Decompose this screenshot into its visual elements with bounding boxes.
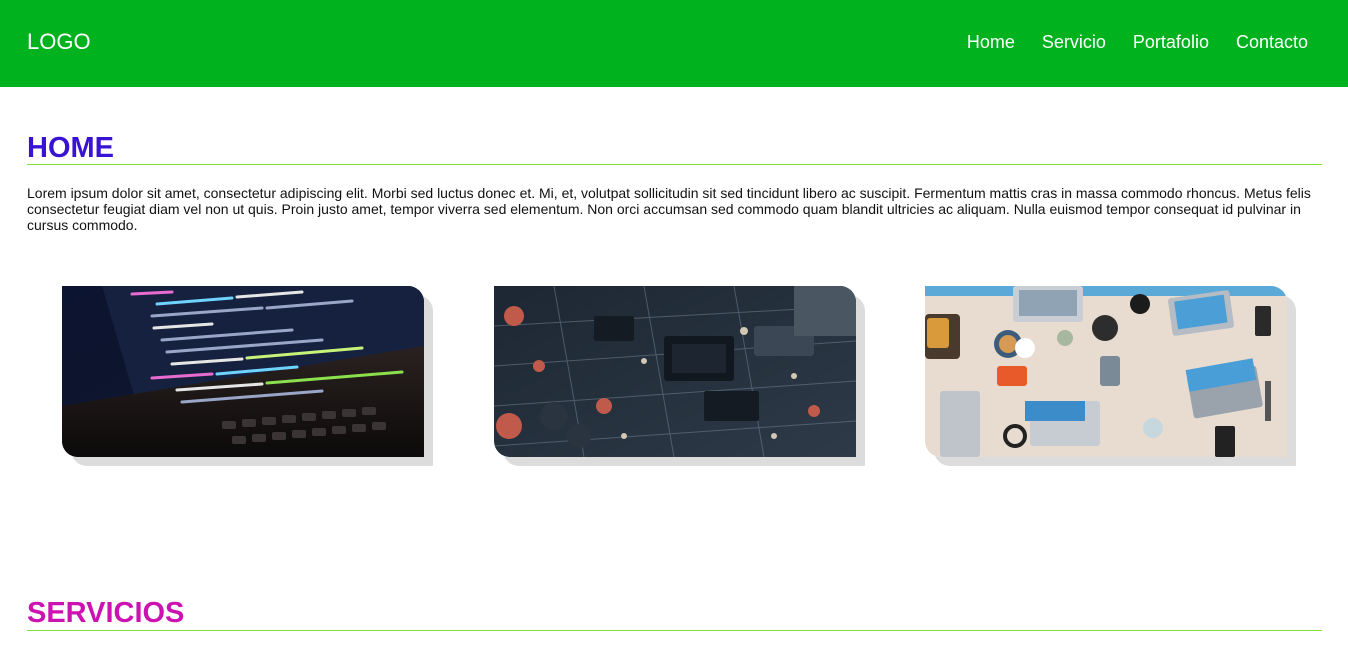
- home-intro-text: Lorem ipsum dolor sit amet, consectetur …: [27, 185, 1311, 233]
- logo[interactable]: LOGO: [27, 29, 91, 55]
- home-divider: [27, 164, 1322, 165]
- nav-link-servicio[interactable]: Servicio: [1042, 31, 1106, 53]
- circuit-board-image: [494, 286, 856, 457]
- main-nav: Home Servicio Portafolio Contacto: [940, 31, 1308, 53]
- gallery-card-circuit: [494, 286, 865, 466]
- nav-link-contacto[interactable]: Contacto: [1236, 31, 1308, 53]
- nav-link-home[interactable]: Home: [967, 31, 1015, 53]
- gallery-card-code: [62, 286, 433, 466]
- nav-link-portafolio[interactable]: Portafolio: [1133, 31, 1209, 53]
- servicios-divider: [27, 630, 1322, 631]
- desk-laptops-image: [925, 286, 1287, 457]
- gallery-card-desk: [925, 286, 1296, 466]
- laptop-code-image: [62, 286, 424, 457]
- top-navigation-bar: LOGO Home Servicio Portafolio Contacto: [0, 0, 1348, 87]
- home-section-title: HOME: [27, 132, 114, 164]
- servicios-section-title: SERVICIOS: [27, 597, 185, 629]
